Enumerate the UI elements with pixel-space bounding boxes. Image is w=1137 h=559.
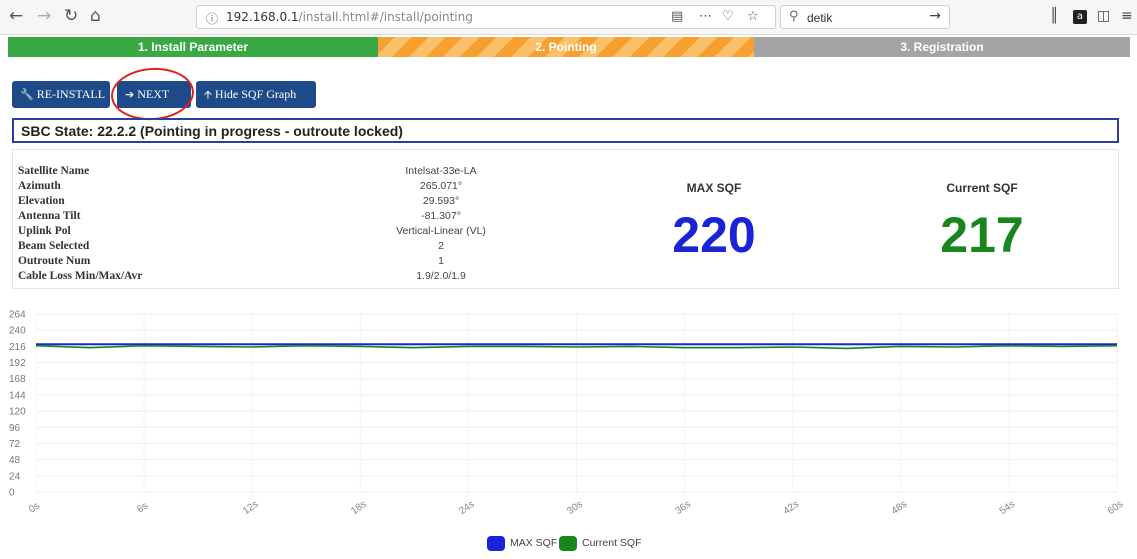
max-sqf-value: 220 bbox=[672, 207, 756, 263]
info-label: Cable Loss Min/Max/Avr bbox=[18, 270, 143, 282]
x-tick-label: 24s bbox=[457, 499, 477, 517]
info-value: Vertical-Linear (VL) bbox=[396, 225, 486, 237]
legend-item-max-sqf[interactable]: MAX SQF bbox=[487, 534, 557, 552]
page-actions-icon[interactable]: ⋯ bbox=[699, 9, 712, 24]
y-tick-label: 216 bbox=[9, 342, 26, 353]
bookmark-star-icon[interactable]: ☆ bbox=[747, 9, 759, 24]
y-tick-label: 168 bbox=[9, 374, 26, 385]
reload-icon[interactable]: ↻ bbox=[64, 6, 78, 26]
forward-icon[interactable]: → bbox=[37, 6, 51, 26]
current-sqf-label: Current SQF bbox=[946, 181, 1018, 195]
info-value: 2 bbox=[438, 240, 444, 252]
x-tick-label: 54s bbox=[998, 499, 1018, 517]
x-tick-label: 18s bbox=[349, 499, 369, 517]
y-tick-label: 120 bbox=[9, 407, 26, 418]
arrow-up-icon: 🡩 bbox=[204, 88, 212, 101]
wrench-icon: 🔧 bbox=[20, 88, 34, 101]
sbc-state-box: SBC State: 22.2.2 (Pointing in progress … bbox=[12, 118, 1119, 143]
x-tick-label: 6s bbox=[135, 500, 150, 515]
info-icon[interactable]: ⓘ bbox=[206, 10, 218, 27]
x-tick-label: 36s bbox=[673, 499, 693, 517]
sidebar-icon[interactable]: ◫ bbox=[1097, 8, 1110, 24]
step-pointing[interactable]: 2. Pointing bbox=[378, 37, 754, 57]
info-label: Beam Selected bbox=[18, 240, 90, 252]
search-bar[interactable]: ⚲ detik → bbox=[780, 5, 950, 29]
y-tick-label: 144 bbox=[9, 390, 26, 401]
search-go-icon[interactable]: → bbox=[929, 8, 941, 24]
hide-sqf-graph-button[interactable]: 🡩 Hide SQF Graph bbox=[196, 81, 316, 108]
y-tick-label: 0 bbox=[9, 488, 15, 499]
info-label: Outroute Num bbox=[18, 255, 91, 267]
y-tick-label: 24 bbox=[9, 471, 21, 482]
info-value: 29.593° bbox=[422, 195, 460, 207]
info-label: Elevation bbox=[18, 195, 65, 207]
info-value: 1 bbox=[438, 255, 444, 267]
library-icon[interactable]: ║ bbox=[1050, 8, 1058, 24]
info-label: Azimuth bbox=[18, 180, 61, 192]
info-value: 265.071° bbox=[419, 180, 463, 192]
sbc-state-text: SBC State: 22.2.2 (Pointing in progress … bbox=[21, 123, 403, 139]
legend-swatch-current bbox=[559, 535, 577, 551]
step-registration[interactable]: 3. Registration bbox=[754, 37, 1130, 57]
home-icon[interactable]: ⌂ bbox=[90, 6, 101, 26]
info-value: -81.307° bbox=[421, 210, 461, 222]
url-text[interactable]: 192.168.0.1/install.html#/install/pointi… bbox=[226, 10, 473, 24]
reinstall-button[interactable]: 🔧 RE-INSTALL bbox=[12, 81, 110, 108]
back-icon[interactable]: ← bbox=[9, 6, 23, 26]
x-tick-label: 12s bbox=[241, 499, 261, 517]
url-bar[interactable]: ⓘ 192.168.0.1/install.html#/install/poin… bbox=[196, 5, 776, 29]
search-icon: ⚲ bbox=[789, 9, 799, 24]
legend-swatch-max bbox=[487, 535, 505, 551]
y-tick-label: 240 bbox=[9, 326, 26, 337]
sqf-line-chart: 0 24 48 72 96 120 144 168 192 216 240 264 0s 6s 12s 18s… bbox=[9, 310, 1126, 518]
amazon-extension-icon[interactable]: a bbox=[1073, 10, 1087, 24]
step-install-parameter[interactable]: 1. Install Parameter bbox=[8, 37, 378, 57]
max-sqf-label: MAX SQF bbox=[686, 181, 742, 195]
menu-icon[interactable]: ≡ bbox=[1121, 8, 1133, 24]
browser-toolbar: ← → ↻ ⌂ ⓘ 192.168.0.1/install.html#/inst… bbox=[0, 0, 1137, 35]
y-tick-label: 192 bbox=[9, 358, 26, 369]
info-label: Uplink Pol bbox=[18, 225, 71, 237]
info-labels: Satellite Name Azimuth Elevation Antenna… bbox=[18, 164, 142, 284]
info-values: Intelsat-33e-LA 265.071° 29.593° -81.307… bbox=[360, 164, 522, 284]
wizard-steps: 1. Install Parameter 2. Pointing 3. Regi… bbox=[8, 37, 1130, 57]
x-tick-label: 60s bbox=[1106, 499, 1126, 517]
legend-item-current-sqf[interactable]: Current SQF bbox=[559, 534, 642, 552]
search-input[interactable]: detik bbox=[807, 11, 832, 25]
x-tick-label: 42s bbox=[782, 499, 802, 517]
red-circle-annotation bbox=[109, 65, 196, 123]
pocket-icon[interactable]: ♡ bbox=[722, 9, 734, 24]
x-tick-label: 30s bbox=[565, 499, 585, 517]
info-label: Satellite Name bbox=[18, 165, 90, 177]
current-sqf-value: 217 bbox=[940, 207, 1024, 263]
x-tick-label: 48s bbox=[890, 499, 910, 517]
info-value: Intelsat-33e-LA bbox=[405, 165, 477, 177]
info-value: 1.9/2.0/1.9 bbox=[416, 270, 466, 282]
y-tick-label: 96 bbox=[9, 423, 21, 434]
y-tick-label: 72 bbox=[9, 439, 21, 450]
x-tick-label: 0s bbox=[27, 500, 42, 515]
info-label: Antenna Tilt bbox=[18, 210, 81, 222]
reader-view-icon[interactable]: ▤ bbox=[671, 9, 683, 24]
y-tick-label: 264 bbox=[9, 310, 26, 321]
y-tick-label: 48 bbox=[9, 455, 21, 466]
